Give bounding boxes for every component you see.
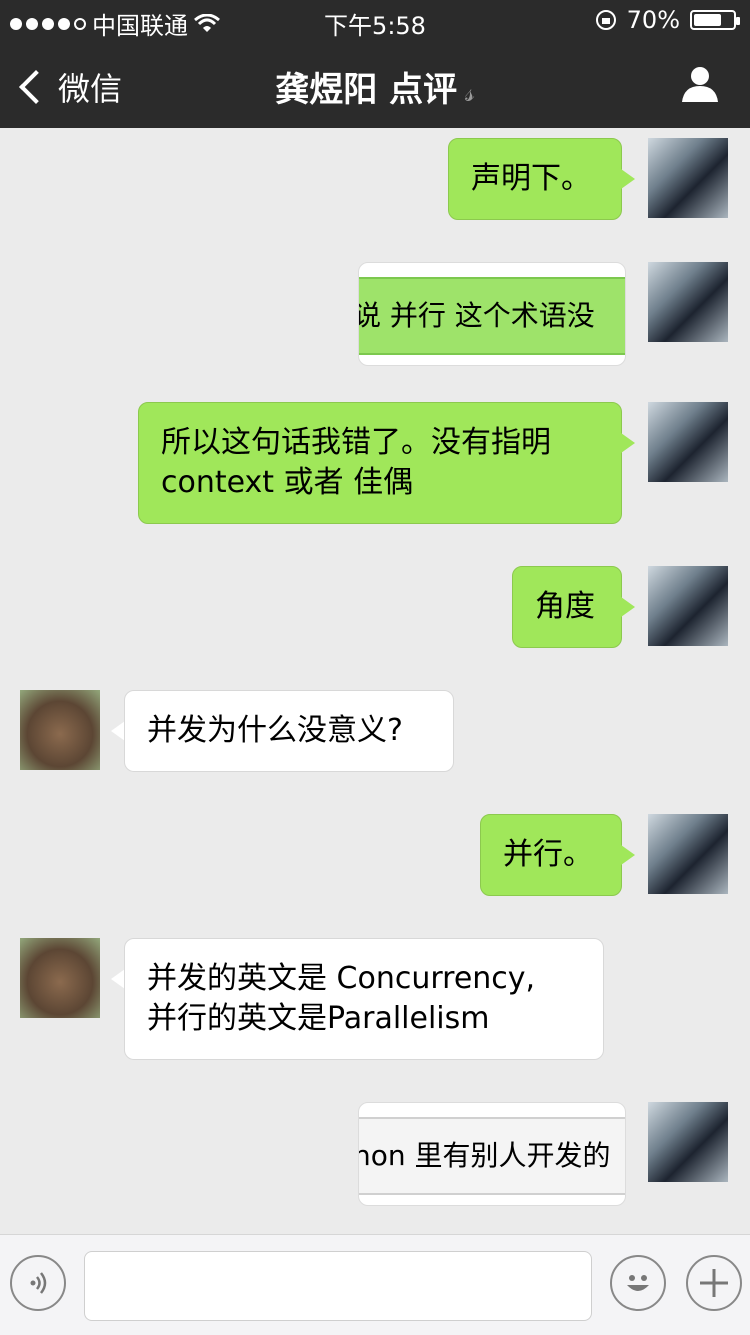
screenshot-strip: 说 并行 这个术语没 [359,277,625,355]
message-bubble[interactable]: 并发的英文是 Concurrency, 并行的英文是Parallelism [124,938,604,1060]
chat-title: 龚煜阳 点评 [275,70,458,110]
rotation-lock-icon [595,10,616,30]
my-avatar[interactable] [648,1102,728,1182]
plus-button[interactable] [686,1255,742,1311]
emoji-icon [627,1275,649,1291]
message-text: 并行。 [503,837,593,872]
status-right: 70% [595,6,740,34]
contact-avatar[interactable] [20,938,100,1018]
message-bubble[interactable]: 角度 [512,566,622,648]
image-message[interactable]: non 里有别人开发的 [358,1102,626,1206]
message-input[interactable] [84,1251,592,1321]
message-text: 并发为什么没意义? [147,713,403,748]
image-message[interactable]: 说 并行 这个术语没 [358,262,626,366]
message-text-line: 并发的英文是 Concurrency, [147,961,536,996]
my-avatar[interactable] [648,402,728,482]
emoji-button[interactable] [610,1255,666,1311]
image-text: 说 并行 这个术语没 [359,299,595,332]
screenshot-strip: non 里有别人开发的 [359,1117,625,1195]
chat-list[interactable]: 声明下。 说 并行 这个术语没 所以这句话我错了。没有指明 context 或者… [0,128,750,1234]
message-text: 声明下。 [471,161,591,196]
message-bubble[interactable]: 并发为什么没意义? [124,690,454,772]
message-bubble[interactable]: 所以这句话我错了。没有指明 context 或者 佳偶 [138,402,622,524]
contact-avatar[interactable] [20,690,100,770]
nav-bar: 微信 龚煜阳 点评 𝓈 [0,40,750,128]
bubble-tail [621,597,635,617]
bubble-tail [621,433,635,453]
message-text-line: 并行的英文是Parallelism [147,1001,490,1036]
my-avatar[interactable] [648,138,728,218]
ear-icon: 𝓈 [465,78,475,108]
bubble-tail [111,969,125,989]
battery-percent: 70% [626,6,680,34]
voice-icon [30,1272,47,1294]
page-title: 龚煜阳 点评 𝓈 [0,62,750,111]
battery-icon [690,10,740,30]
message-bubble[interactable]: 声明下。 [448,138,622,220]
status-bar: 中国联通 下午5:58 70% [0,0,750,40]
my-avatar[interactable] [648,566,728,646]
plus-icon [700,1269,728,1297]
bubble-tail [111,721,125,741]
voice-button[interactable] [10,1255,66,1311]
my-avatar[interactable] [648,814,728,894]
bubble-tail [621,845,635,865]
bubble-tail [621,169,635,189]
input-bar [0,1234,750,1335]
person-icon[interactable] [680,64,720,104]
message-bubble[interactable]: 并行。 [480,814,622,896]
message-text-line: context 或者 佳偶 [161,465,414,500]
my-avatar[interactable] [648,262,728,342]
image-text: non 里有别人开发的 [359,1139,611,1172]
message-text-line: 所以这句话我错了。没有指明 [161,425,551,460]
message-text: 角度 [535,589,595,624]
